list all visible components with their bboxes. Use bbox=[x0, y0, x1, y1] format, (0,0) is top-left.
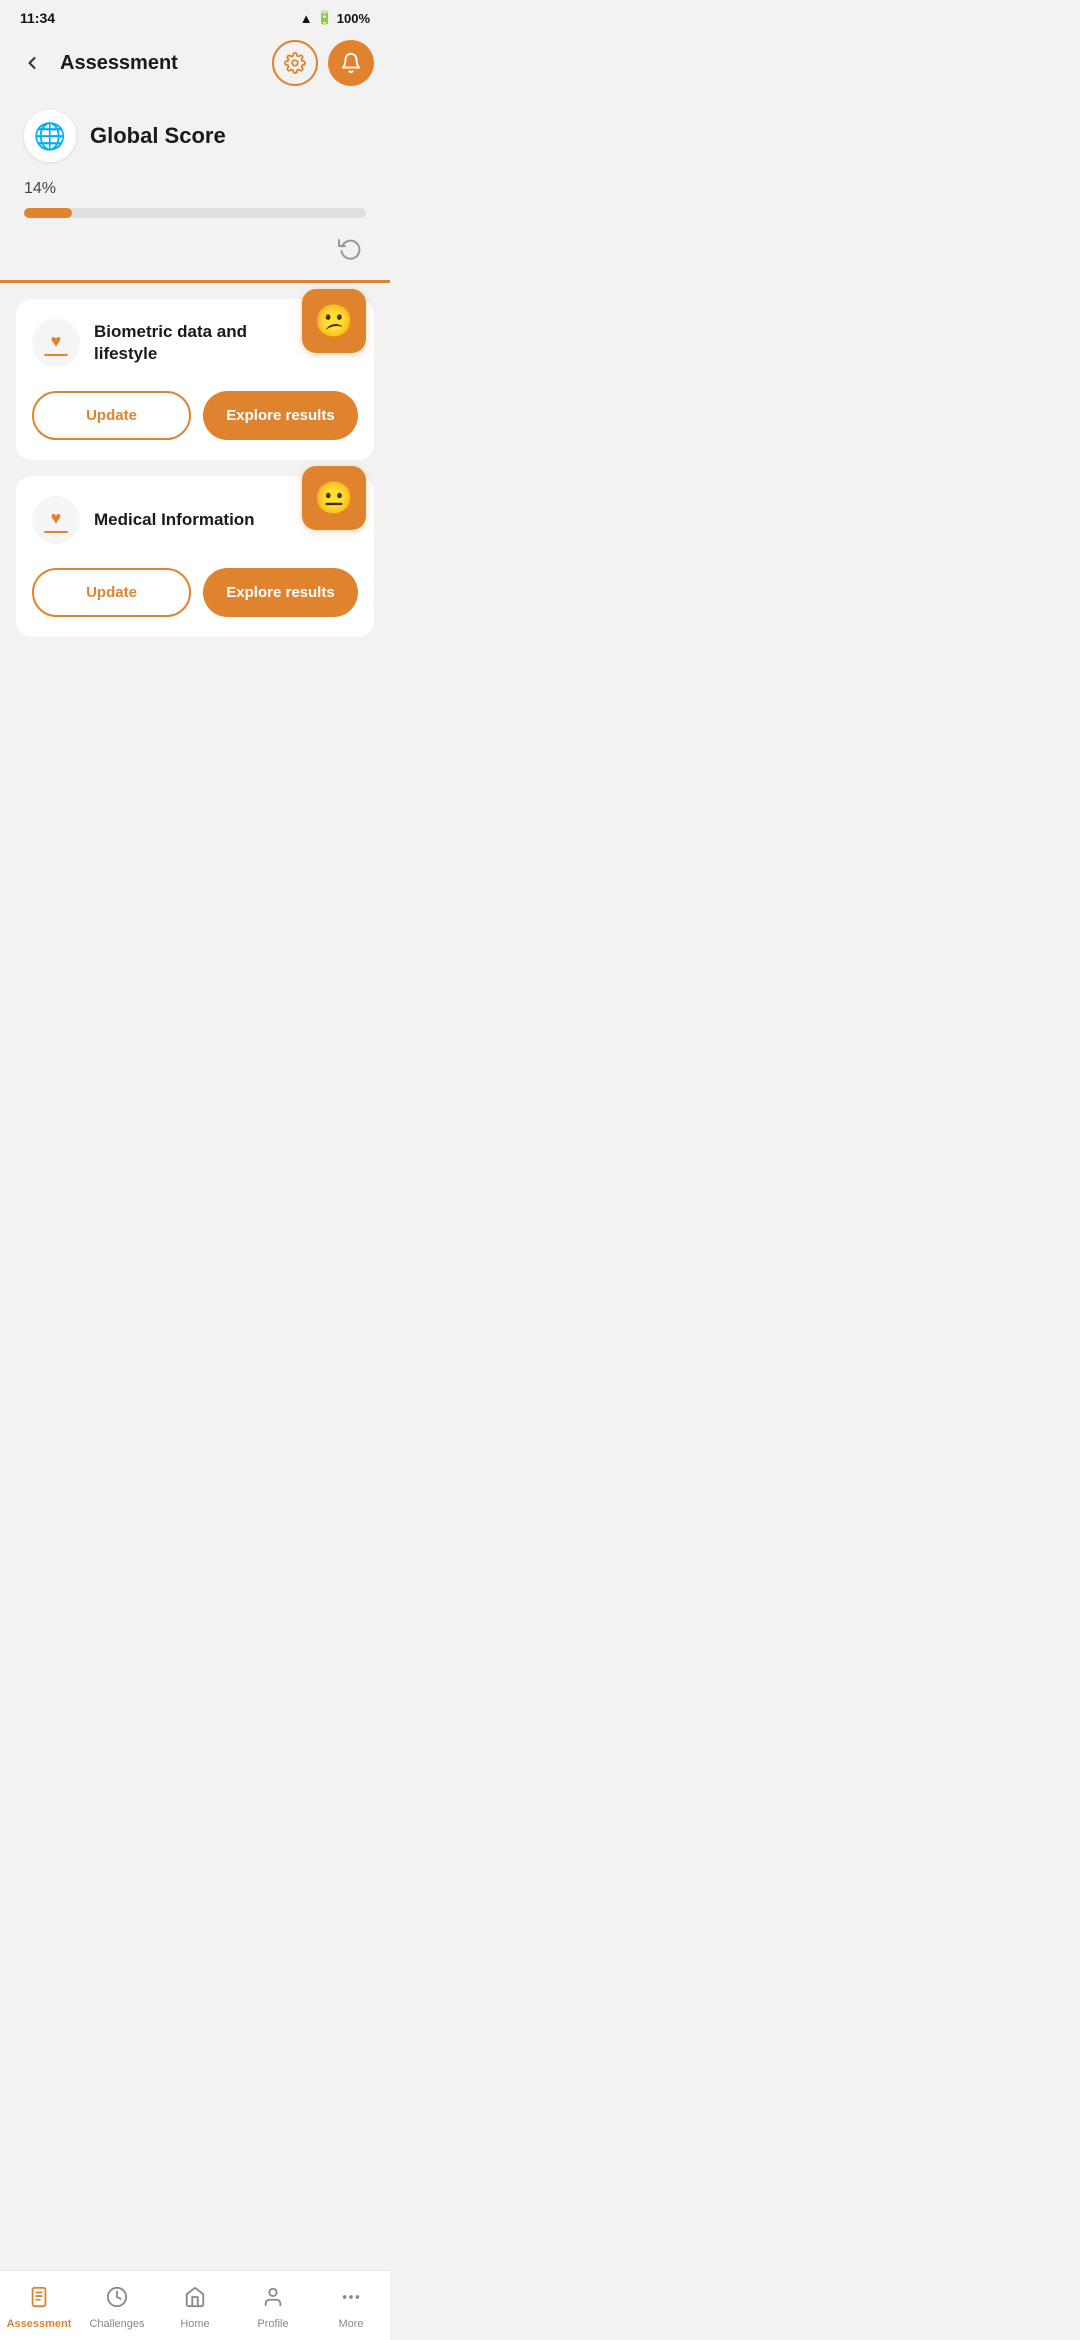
nav-home[interactable]: Home bbox=[156, 2271, 234, 2340]
assessment-nav-label: Assessment bbox=[7, 2318, 72, 2330]
globe-emoji: 🌐 bbox=[34, 121, 66, 152]
header: Assessment bbox=[0, 32, 390, 98]
hand-line-icon bbox=[44, 354, 68, 356]
nav-challenges[interactable]: Challenges bbox=[78, 2271, 156, 2340]
header-actions bbox=[272, 40, 374, 86]
status-icons: ▲ 🔋 100% bbox=[300, 10, 370, 26]
nav-assessment[interactable]: Assessment bbox=[0, 2271, 78, 2340]
global-score-card: 🌐 Global Score 14% bbox=[16, 98, 374, 280]
status-bar: 11:34 ▲ 🔋 100% bbox=[0, 0, 390, 32]
progress-bar-container bbox=[24, 208, 366, 218]
challenges-nav-label: Challenges bbox=[89, 2318, 144, 2330]
battery-icon: 🔋 bbox=[317, 10, 333, 26]
back-button[interactable] bbox=[16, 47, 48, 79]
section-divider bbox=[0, 280, 390, 283]
refresh-button[interactable] bbox=[334, 232, 366, 264]
nav-more[interactable]: More bbox=[312, 2271, 390, 2340]
challenges-icon bbox=[106, 2286, 128, 2314]
biometric-update-button[interactable]: Update bbox=[32, 391, 191, 440]
refresh-wrap bbox=[24, 232, 366, 264]
score-percent: 14% bbox=[24, 180, 366, 198]
biometric-icon-wrap: ♥ bbox=[32, 319, 80, 367]
assessment-icon bbox=[28, 2286, 50, 2314]
medical-icon-wrap: ♥ bbox=[32, 496, 80, 544]
medical-explore-button[interactable]: Explore results bbox=[203, 568, 358, 617]
medical-emoji: 😐 bbox=[314, 479, 354, 517]
medical-heart-icon: ♥ bbox=[51, 508, 62, 529]
header-left: Assessment bbox=[16, 47, 178, 79]
biometric-explore-button[interactable]: Explore results bbox=[203, 391, 358, 440]
profile-icon bbox=[262, 2286, 284, 2314]
medical-update-button[interactable]: Update bbox=[32, 568, 191, 617]
settings-button[interactable] bbox=[272, 40, 318, 86]
globe-icon: 🌐 bbox=[24, 110, 76, 162]
main-content: 🌐 Global Score 14% bbox=[0, 98, 390, 669]
medical-emoji-badge: 😐 bbox=[302, 466, 366, 530]
biometric-card-buttons: Update Explore results bbox=[32, 391, 358, 440]
home-icon bbox=[184, 2286, 206, 2314]
heart-icon: ♥ bbox=[51, 331, 62, 352]
more-icon bbox=[340, 2286, 362, 2314]
nav-profile[interactable]: Profile bbox=[234, 2271, 312, 2340]
profile-nav-label: Profile bbox=[257, 2318, 288, 2330]
more-nav-label: More bbox=[338, 2318, 363, 2330]
medical-card: ♥ Medical Information 😐 Update Explore r… bbox=[16, 476, 374, 637]
biometric-emoji-badge: 😕 bbox=[302, 289, 366, 353]
home-nav-label: Home bbox=[180, 2318, 209, 2330]
global-score-header: 🌐 Global Score bbox=[24, 110, 366, 162]
medical-card-title: Medical Information bbox=[94, 509, 255, 531]
biometric-card-title: Biometric data and lifestyle bbox=[94, 321, 302, 365]
medical-card-left: ♥ Medical Information bbox=[32, 496, 302, 544]
battery-percent: 100% bbox=[337, 11, 370, 26]
biometric-icon-inner: ♥ bbox=[44, 331, 68, 356]
medical-icon-inner: ♥ bbox=[44, 508, 68, 533]
medical-hand-line bbox=[44, 531, 68, 533]
cards-section: ♥ Biometric data and lifestyle 😕 Update … bbox=[16, 299, 374, 637]
status-time: 11:34 bbox=[20, 10, 55, 26]
biometric-card: ♥ Biometric data and lifestyle 😕 Update … bbox=[16, 299, 374, 460]
bottom-nav: Assessment Challenges Home Profile bbox=[0, 2270, 390, 2340]
safe-bottom bbox=[0, 669, 390, 739]
page-title: Assessment bbox=[60, 52, 178, 75]
biometric-emoji: 😕 bbox=[314, 302, 354, 340]
notification-button[interactable] bbox=[328, 40, 374, 86]
medical-card-buttons: Update Explore results bbox=[32, 568, 358, 617]
global-score-title: Global Score bbox=[90, 123, 226, 149]
medical-card-top: ♥ Medical Information 😐 bbox=[32, 496, 358, 544]
signal-icon: ▲ bbox=[300, 11, 313, 26]
biometric-card-top: ♥ Biometric data and lifestyle 😕 bbox=[32, 319, 358, 367]
progress-bar-fill bbox=[24, 208, 72, 218]
biometric-card-left: ♥ Biometric data and lifestyle bbox=[32, 319, 302, 367]
